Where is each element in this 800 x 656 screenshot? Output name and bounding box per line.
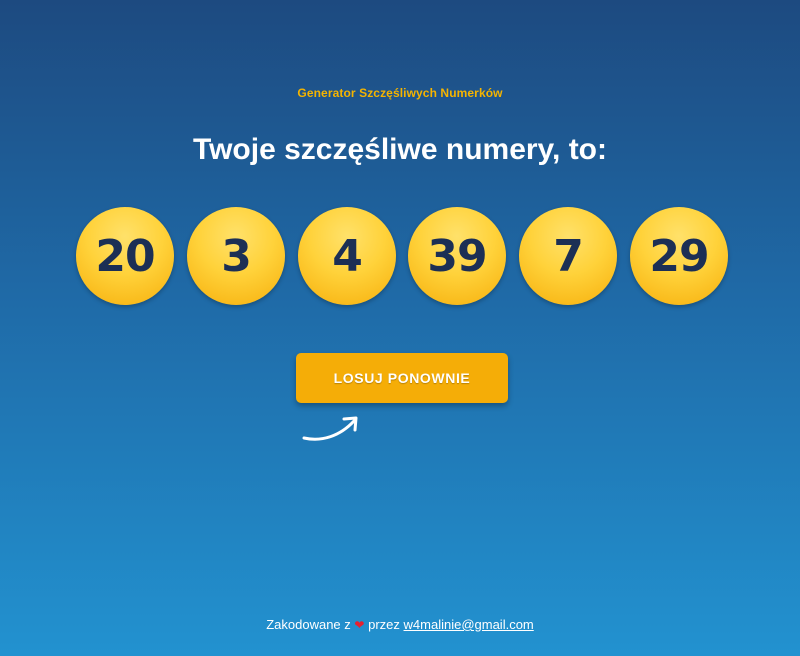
number-ball: 39 [408,207,506,305]
footer: Zakodowane z ❤ przez w4malinie@gmail.com [0,617,800,632]
curved-arrow-icon [302,416,358,441]
number-ball: 3 [187,207,285,305]
lucky-numbers: 20 3 4 39 7 29 [76,207,736,307]
number-ball: 4 [298,207,396,305]
email-link[interactable]: w4malinie@gmail.com [404,617,534,632]
number-ball: 29 [630,207,728,305]
number-ball: 7 [519,207,617,305]
app-subtitle: Generator Szczęśliwych Numerków [297,86,503,100]
footer-prefix: Zakodowane z [266,617,351,632]
page-title: Twoje szczęśliwe numery, to: [193,133,607,166]
redraw-button[interactable]: LOSUJ PONOWNIE [296,353,508,403]
footer-middle: przez [368,617,400,632]
number-ball: 20 [76,207,174,305]
heart-icon: ❤ [354,618,365,632]
